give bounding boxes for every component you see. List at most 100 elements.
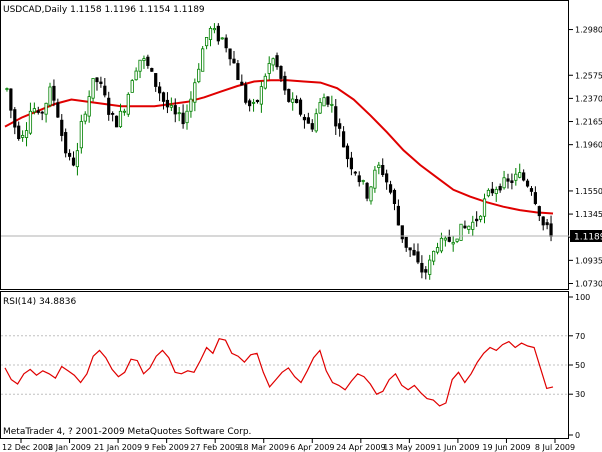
candle [416,243,420,265]
candle [545,218,549,230]
candle [204,37,209,50]
candle [111,111,115,122]
candle [52,79,56,107]
candle [396,199,400,226]
candle [212,23,217,34]
candle [177,106,181,122]
candle [173,98,177,123]
candle [71,151,76,167]
candle [5,87,9,92]
candle [404,236,408,252]
candle [510,173,514,190]
time-tick-label: 18 Mar 2009 [238,443,289,452]
candle [95,77,99,91]
candle [220,37,224,40]
candle [353,171,357,176]
time-tick-label: 6 Apr 2009 [290,443,334,452]
rsi-tick-label: 100 [575,293,590,302]
price-tick-label: 1.2980 [575,26,602,35]
rsi-tick-label: 30 [575,390,585,399]
candle [385,169,389,190]
candle [99,76,103,88]
candle [251,98,256,112]
candle [424,266,428,280]
candle [271,57,275,72]
candle [64,128,68,158]
candle [146,54,150,69]
time-tick-label: 2 Jan 2009 [48,443,91,452]
price-tick-label: 1.1345 [575,210,602,219]
candle [420,255,424,279]
candle [318,98,322,114]
candle [150,67,154,72]
candle [244,81,248,105]
candle [56,98,60,118]
candle [518,163,522,179]
metatrader-chart-window: USDCAD,Daily 1.1158 1.1196 1.1154 1.1189… [0,0,602,452]
current-price-label: 1.1189 [574,233,602,243]
candle [502,170,506,190]
candle [435,242,440,255]
candle [310,119,314,132]
chart-canvas[interactable]: USDCAD,Daily 1.1158 1.1196 1.1154 1.1189… [0,0,602,452]
candle [467,225,471,234]
candle [87,90,91,123]
copyright-footer: MetaTrader 4, ? 2001-2009 MetaQuotes Sof… [3,427,251,437]
candle [291,92,295,111]
time-tick-label: 21 Jan 2009 [94,443,142,452]
candle [36,106,40,115]
rsi-axis: 100 70 50 30 0 [569,293,590,440]
candle [451,235,455,252]
candle [490,181,494,196]
candle [79,114,83,154]
rsi-path [4,337,554,407]
time-tick-label: 1 Jun 2009 [436,443,479,452]
candle [549,215,553,242]
candle [377,161,381,175]
candle [224,34,228,53]
price-tick-label: 1.2165 [575,118,602,127]
candle [255,99,260,104]
rsi-panel-header: RSI(14) 34.8836 [3,297,76,307]
candle [67,149,72,161]
candle [443,235,447,247]
candle [122,108,126,116]
candle [361,179,365,185]
candle [158,82,162,102]
candle [408,247,412,257]
candle [240,74,244,86]
candle [400,225,404,243]
candle [138,59,142,79]
candle [455,238,459,244]
candle [13,107,17,135]
candle [107,91,111,121]
time-tick-label: 12 Dec 2008 [2,443,53,452]
candle [189,91,193,118]
candle [83,111,87,125]
candle [154,73,158,92]
price-axis: 1.2980 1.2575 1.2370 1.2165 1.1960 1.1550 1.13… [569,26,602,288]
time-tick-label: 19 Jun 2009 [482,443,530,452]
candle [228,48,232,66]
candle [459,223,463,241]
candle [298,97,303,117]
candle [248,98,252,112]
candle [369,185,373,205]
candle [471,215,475,236]
price-tick-label: 1.0730 [575,279,602,288]
candle [28,102,33,135]
time-tick-label: 27 Feb 2009 [190,443,240,452]
candle [533,186,537,206]
candle [345,143,350,168]
candle [529,185,534,196]
candle [232,50,236,64]
candle [365,181,369,202]
candle [287,88,291,103]
candle [295,95,299,104]
candle [134,67,138,81]
candle [381,158,385,177]
candle [24,122,29,147]
candle [40,110,44,121]
candle [475,211,479,227]
candle [541,216,545,231]
